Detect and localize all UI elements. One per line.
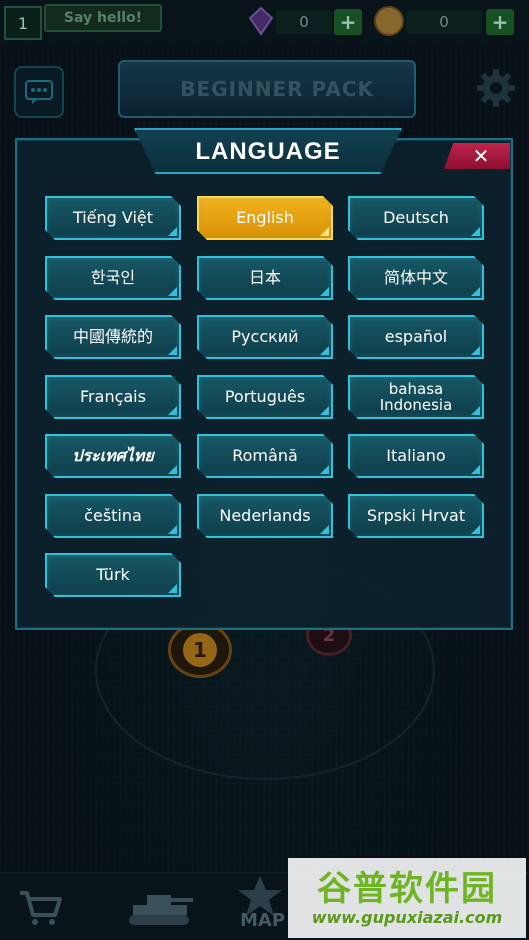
language-option-label: Română <box>232 446 298 465</box>
button-corner-accent <box>471 287 480 296</box>
language-option[interactable]: español <box>348 315 484 359</box>
button-corner-accent <box>168 465 177 474</box>
language-option[interactable]: Română <box>197 434 333 478</box>
button-corner-accent <box>320 346 329 355</box>
dialog-title: LANGUAGE <box>195 138 341 165</box>
button-corner-accent <box>168 227 177 236</box>
language-option[interactable]: 한국인 <box>45 256 181 300</box>
language-option-label: Tiếng Việt <box>72 208 154 227</box>
button-corner-accent <box>320 287 329 296</box>
language-option[interactable]: Português <box>197 375 333 419</box>
language-option-label: español <box>384 327 448 346</box>
language-option[interactable]: Nederlands <box>197 494 333 538</box>
watermark-url: www.gupuxiazai.com <box>311 907 503 927</box>
button-corner-accent <box>320 525 329 534</box>
language-option-label: ประเทศไทย <box>72 446 154 465</box>
language-option[interactable]: 中國傳統的 <box>45 315 181 359</box>
button-corner-accent <box>168 287 177 296</box>
close-button[interactable]: ✕ <box>444 143 510 169</box>
language-option[interactable]: Русский <box>197 315 333 359</box>
button-corner-accent <box>471 465 480 474</box>
button-corner-accent <box>168 406 177 415</box>
language-option-label: Srpski Hrvat <box>366 506 466 525</box>
language-option-label: 中國傳統的 <box>72 327 153 346</box>
button-corner-accent <box>471 406 480 415</box>
language-option-label: 한국인 <box>90 268 136 287</box>
button-corner-accent <box>168 584 177 593</box>
language-option[interactable]: English <box>197 196 333 240</box>
language-option-label: čeština <box>84 506 142 525</box>
language-option-label: Türk <box>96 565 130 584</box>
language-option[interactable]: 简体中文 <box>348 256 484 300</box>
language-option[interactable]: čeština <box>45 494 181 538</box>
watermark-title: 谷普软件园 <box>317 868 497 909</box>
language-option[interactable]: 日本 <box>197 256 333 300</box>
button-corner-accent <box>471 346 480 355</box>
button-corner-accent <box>320 406 329 415</box>
language-option[interactable]: bahasa Indonesia <box>348 375 484 419</box>
language-option[interactable]: Italiano <box>348 434 484 478</box>
language-option-label: Русский <box>231 327 299 346</box>
button-corner-accent <box>471 227 480 236</box>
language-option-label: Italiano <box>386 446 446 465</box>
language-option[interactable]: ประเทศไทย <box>45 434 181 478</box>
language-option[interactable]: Tiếng Việt <box>45 196 181 240</box>
language-option[interactable]: Srpski Hrvat <box>348 494 484 538</box>
language-option-label: English <box>236 208 294 227</box>
language-option-label: Français <box>80 387 146 406</box>
language-option-label: 简体中文 <box>383 268 448 287</box>
button-corner-accent <box>471 525 480 534</box>
language-option[interactable]: Deutsch <box>348 196 484 240</box>
language-option[interactable]: Türk <box>45 553 181 597</box>
watermark: 谷普软件园 www.gupuxiazai.com <box>288 858 526 938</box>
button-corner-accent <box>168 346 177 355</box>
button-corner-accent <box>320 465 329 474</box>
language-option-label: 日本 <box>248 268 281 287</box>
language-option[interactable]: Français <box>45 375 181 419</box>
language-option-label: Deutsch <box>383 208 449 227</box>
language-option-label: Nederlands <box>219 506 311 525</box>
language-option-label: bahasa Indonesia <box>379 380 453 414</box>
close-icon: ✕ <box>472 144 490 168</box>
language-option-label: Português <box>224 387 306 406</box>
button-corner-accent <box>320 227 329 236</box>
button-corner-accent <box>168 525 177 534</box>
